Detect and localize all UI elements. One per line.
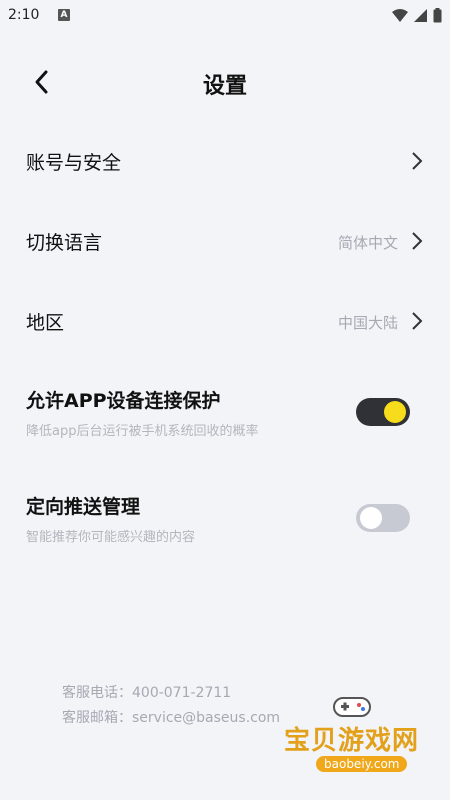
chevron-right-icon <box>412 152 423 170</box>
watermark-text: 宝贝游戏网 <box>284 726 420 756</box>
account-security-row[interactable]: 账号与安全 <box>0 136 450 186</box>
notification-icon: A <box>58 9 70 21</box>
toggle-subtitle: 降低app后台运行被手机系统回收的概率 <box>26 424 259 439</box>
row-value: 中国大陆 <box>337 314 398 332</box>
status-icons <box>392 7 442 22</box>
status-bar: 2:10 A <box>0 0 450 32</box>
push-management-toggle[interactable] <box>356 504 410 532</box>
push-management-row: 定向推送管理 智能推荐你可能感兴趣的内容 <box>0 492 450 562</box>
watermark-logo: 宝贝游戏网 baobeiy.com <box>280 692 430 782</box>
device-protection-toggle[interactable] <box>356 398 410 426</box>
region-row[interactable]: 地区 中国大陆 <box>0 296 450 346</box>
toggle-title: 允许APP设备连接保护 <box>26 390 221 412</box>
status-time: 2:10 <box>8 7 40 23</box>
chevron-right-icon <box>412 232 423 250</box>
service-phone: 客服电话：400-071-2711 <box>62 685 232 701</box>
toggle-title: 定向推送管理 <box>26 496 141 518</box>
row-label: 地区 <box>26 312 65 334</box>
row-label: 账号与安全 <box>26 152 122 174</box>
signal-icon <box>414 8 427 22</box>
toggle-subtitle: 智能推荐你可能感兴趣的内容 <box>26 530 196 545</box>
header: 设置 <box>0 60 450 104</box>
gamepad-icon <box>333 697 371 717</box>
language-row[interactable]: 切换语言 简体中文 <box>0 216 450 266</box>
service-email[interactable]: 客服邮箱：service@baseus.com <box>62 707 280 727</box>
chevron-right-icon <box>412 312 423 330</box>
battery-icon <box>433 7 442 22</box>
row-label: 切换语言 <box>26 232 103 254</box>
watermark-url: baobeiy.com <box>316 756 408 772</box>
wifi-icon <box>392 8 408 22</box>
settings-screen: 2:10 A 设置 账号与安全 切换语言 简体中文 地区 中国大陆 允许APP设… <box>0 0 450 800</box>
toggle-knob <box>360 507 382 529</box>
row-value: 简体中文 <box>337 234 398 252</box>
device-protection-row: 允许APP设备连接保护 降低app后台运行被手机系统回收的概率 <box>0 386 450 456</box>
page-title: 设置 <box>202 74 247 99</box>
toggle-knob <box>384 401 406 423</box>
